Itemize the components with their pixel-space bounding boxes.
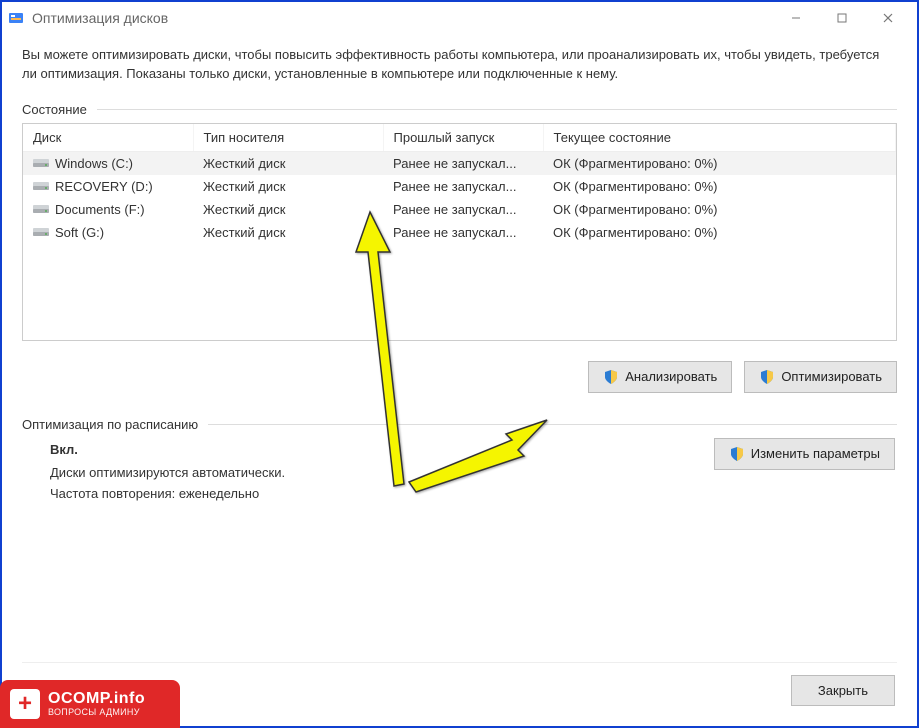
current-status: ОК (Фрагментировано: 0%) (543, 198, 896, 221)
disk-name: Windows (C:) (55, 156, 133, 171)
col-disk[interactable]: Диск (23, 124, 193, 152)
media-type: Жесткий диск (193, 221, 383, 244)
watermark-site: OCOMP.info (48, 691, 145, 708)
schedule-auto-text: Диски оптимизируются автоматически. (50, 465, 285, 480)
table-header-row: Диск Тип носителя Прошлый запуск Текущее… (23, 124, 896, 152)
current-status: ОК (Фрагментировано: 0%) (543, 221, 896, 244)
window-title: Оптимизация дисков (32, 10, 773, 26)
schedule-section: Оптимизация по расписанию Вкл. Диски опт… (22, 413, 897, 507)
schedule-frequency-text: Частота повторения: еженедельно (50, 486, 285, 501)
divider (97, 109, 897, 110)
hdd-icon (33, 157, 49, 169)
last-run: Ранее не запускал... (383, 198, 543, 221)
change-settings-button[interactable]: Изменить параметры (714, 438, 895, 470)
media-type: Жесткий диск (193, 175, 383, 198)
close-label: Закрыть (818, 683, 868, 698)
schedule-text: Вкл. Диски оптимизируются автоматически.… (24, 438, 285, 507)
table-row[interactable]: Soft (G:) Жесткий дискРанее не запускал..… (23, 221, 896, 244)
col-last-run[interactable]: Прошлый запуск (383, 124, 543, 152)
disk-name: Soft (G:) (55, 225, 104, 240)
optimize-label: Оптимизировать (781, 369, 882, 384)
table-row[interactable]: Documents (F:) Жесткий дискРанее не запус… (23, 198, 896, 221)
change-settings-label: Изменить параметры (751, 446, 880, 461)
state-label: Состояние (22, 102, 87, 117)
divider (208, 424, 897, 425)
hdd-icon (33, 226, 49, 238)
media-type: Жесткий диск (193, 198, 383, 221)
optimize-drives-window: Оптимизация дисков Вы можете оптимизиров… (0, 0, 919, 728)
current-status: ОК (Фрагментировано: 0%) (543, 175, 896, 198)
current-status: ОК (Фрагментировано: 0%) (543, 151, 896, 175)
schedule-status-on: Вкл. (50, 442, 285, 457)
action-buttons-row: Анализировать Оптимизировать (22, 361, 897, 393)
close-button[interactable] (865, 3, 911, 33)
app-icon (8, 10, 24, 26)
schedule-section-header: Оптимизация по расписанию (22, 417, 897, 432)
disk-name: Documents (F:) (55, 202, 145, 217)
last-run: Ранее не запускал... (383, 175, 543, 198)
hdd-icon (33, 203, 49, 215)
window-controls (773, 3, 911, 33)
minimize-button[interactable] (773, 3, 819, 33)
shield-icon (759, 369, 775, 385)
hdd-icon (33, 180, 49, 192)
shield-icon (729, 446, 745, 462)
analyze-label: Анализировать (625, 369, 717, 384)
optimize-button[interactable]: Оптимизировать (744, 361, 897, 393)
maximize-button[interactable] (819, 3, 865, 33)
drives-table[interactable]: Диск Тип носителя Прошлый запуск Текущее… (22, 123, 897, 341)
titlebar: Оптимизация дисков (2, 2, 917, 34)
media-type: Жесткий диск (193, 151, 383, 175)
last-run: Ранее не запускал... (383, 151, 543, 175)
col-status[interactable]: Текущее состояние (543, 124, 896, 152)
table-row[interactable]: Windows (C:) Жесткий дискРанее не запуска… (23, 151, 896, 175)
col-media[interactable]: Тип носителя (193, 124, 383, 152)
last-run: Ранее не запускал... (383, 221, 543, 244)
state-section-header: Состояние (22, 102, 897, 117)
intro-text: Вы можете оптимизировать диски, чтобы по… (22, 46, 897, 84)
site-watermark: + OCOMP.info ВОПРОСЫ АДМИНУ (0, 680, 180, 728)
schedule-label: Оптимизация по расписанию (22, 417, 198, 432)
close-dialog-button[interactable]: Закрыть (791, 675, 895, 706)
plus-icon: + (10, 689, 40, 719)
disk-name: RECOVERY (D:) (55, 179, 153, 194)
watermark-tagline: ВОПРОСЫ АДМИНУ (48, 708, 145, 717)
content-area: Вы можете оптимизировать диски, чтобы по… (2, 34, 917, 726)
table-row[interactable]: RECOVERY (D:) Жесткий дискРанее не запуск… (23, 175, 896, 198)
analyze-button[interactable]: Анализировать (588, 361, 732, 393)
shield-icon (603, 369, 619, 385)
